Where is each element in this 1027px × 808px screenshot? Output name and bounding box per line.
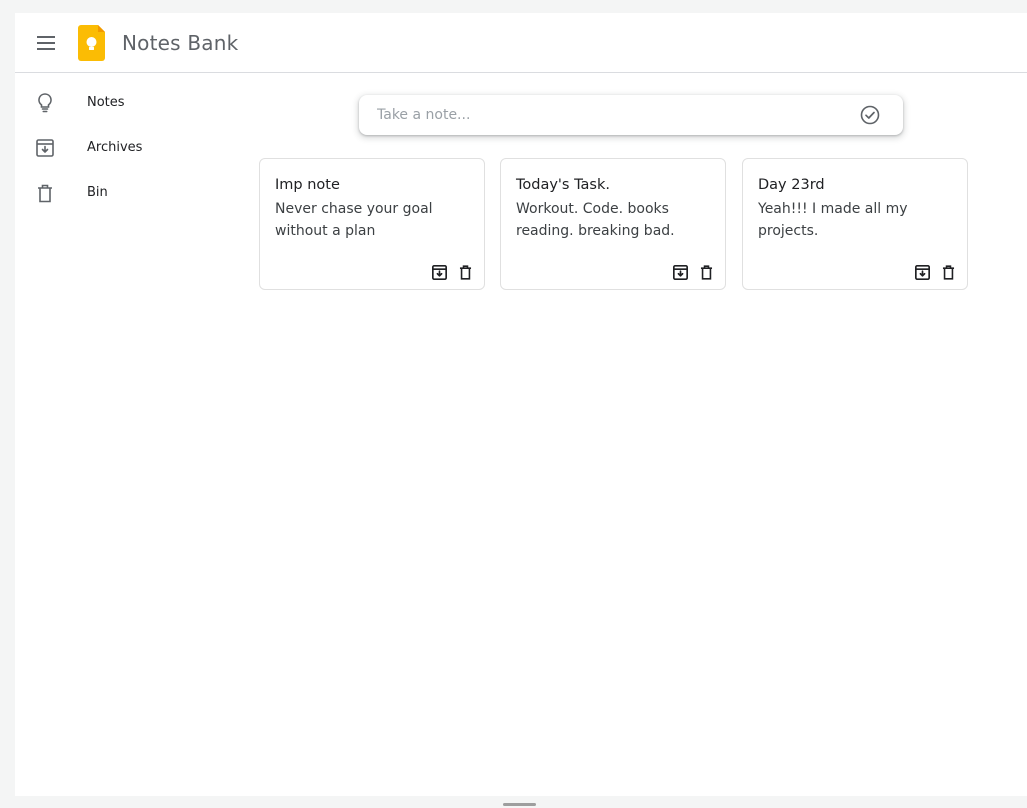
sidebar-item-archives[interactable]: Archives bbox=[15, 126, 235, 171]
sidebar-item-label: Archives bbox=[87, 140, 143, 155]
hamburger-menu-icon bbox=[37, 36, 55, 50]
delete-note-button[interactable] bbox=[939, 263, 957, 281]
note-body: Yeah!!! I made all my projects. bbox=[758, 201, 908, 239]
archive-icon bbox=[431, 264, 447, 280]
note-actions bbox=[913, 263, 957, 281]
take-note-input[interactable] bbox=[377, 103, 847, 127]
sidebar-item-label: Bin bbox=[87, 185, 108, 200]
note-actions bbox=[671, 263, 715, 281]
note-title: Day 23rd bbox=[758, 177, 825, 193]
add-note-button[interactable] bbox=[859, 104, 881, 126]
archive-note-button[interactable] bbox=[671, 263, 689, 281]
main-menu-button[interactable] bbox=[33, 29, 61, 57]
delete-note-button[interactable] bbox=[456, 263, 474, 281]
delete-note-button[interactable] bbox=[697, 263, 715, 281]
trash-icon bbox=[459, 264, 471, 280]
app-header: Notes Bank bbox=[15, 13, 1027, 73]
archive-note-button[interactable] bbox=[430, 263, 448, 281]
trash-icon bbox=[942, 264, 954, 280]
note-body: Workout. Code. books reading. breaking b… bbox=[516, 201, 675, 239]
note-body: Never chase your goal without a plan bbox=[275, 201, 433, 239]
note-card[interactable]: Day 23rd Yeah!!! I made all my projects. bbox=[742, 158, 968, 290]
sidebar-item-bin[interactable]: Bin bbox=[15, 171, 235, 216]
archive-icon bbox=[672, 264, 688, 280]
take-note-box bbox=[359, 95, 903, 135]
resize-handle[interactable] bbox=[503, 803, 536, 806]
archive-icon bbox=[914, 264, 930, 280]
note-title: Imp note bbox=[275, 177, 340, 193]
check-circle-icon bbox=[860, 105, 880, 125]
sidebar: Notes Archives Bin bbox=[15, 81, 235, 216]
note-card[interactable]: Imp note Never chase your goal without a… bbox=[259, 158, 485, 290]
note-title: Today's Task. bbox=[516, 177, 610, 193]
app-logo[interactable] bbox=[78, 25, 108, 61]
sidebar-item-label: Notes bbox=[87, 95, 125, 110]
lightbulb-icon bbox=[35, 93, 55, 113]
trash-icon bbox=[700, 264, 712, 280]
keep-bulb-logo bbox=[78, 25, 105, 61]
archive-icon bbox=[35, 138, 55, 158]
note-card[interactable]: Today's Task. Workout. Code. books readi… bbox=[500, 158, 726, 290]
archive-note-button[interactable] bbox=[913, 263, 931, 281]
sidebar-item-notes[interactable]: Notes bbox=[15, 81, 235, 126]
note-actions bbox=[430, 263, 474, 281]
app-window: Notes Bank Notes Archives Bin Take a not… bbox=[15, 13, 1027, 796]
app-title: Notes Bank bbox=[122, 31, 239, 55]
trash-icon bbox=[35, 183, 55, 203]
